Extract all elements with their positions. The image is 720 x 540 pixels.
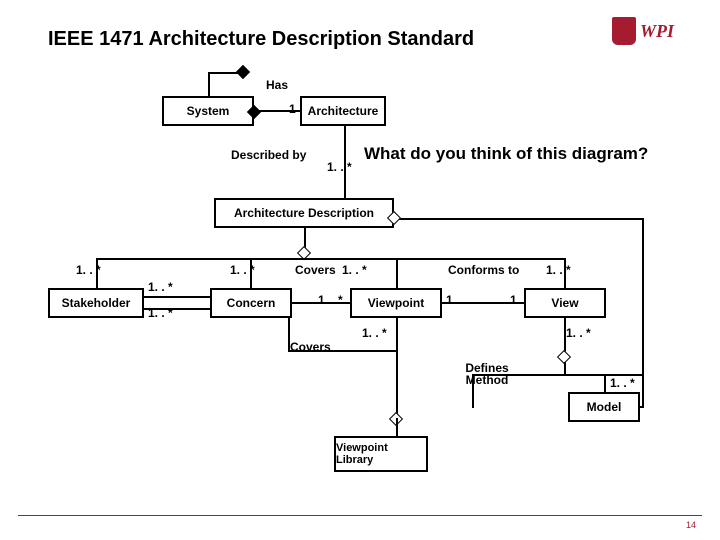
footer-rule [18, 515, 702, 516]
mult-vp-left: 1. . * [318, 293, 343, 307]
box-view: View [524, 288, 606, 318]
box-arch-description: Architecture Description [214, 198, 394, 228]
mult-vp-down: 1. . * [362, 326, 387, 340]
mult-arch-1: 1 [289, 102, 296, 116]
line-ad-bus [96, 258, 566, 260]
wpi-logo: WPI [612, 14, 702, 48]
page-title: IEEE 1471 Architecture Description Stand… [48, 28, 474, 51]
mult-covers-r: 1. . * [342, 263, 367, 277]
box-stakeholder: Stakeholder [48, 288, 144, 318]
box-system: System [162, 96, 254, 126]
line-model-right [640, 406, 644, 408]
mult-view-down: 1. . * [566, 326, 591, 340]
label-has: Has [266, 78, 288, 92]
label-covers2: Covers [290, 340, 331, 354]
mult-sh-bot: 1. . * [148, 306, 173, 320]
logo-text: WPI [640, 21, 674, 42]
label-defines-method: Defines Method [460, 362, 514, 386]
label-described-by: Described by [231, 148, 306, 162]
diamond-has [236, 65, 250, 79]
mult-sh-left: 1. . * [76, 263, 101, 277]
line-model-v [604, 374, 606, 392]
box-model: Model [568, 392, 640, 422]
page-number: 14 [686, 520, 696, 530]
line-sh-concern-t [144, 296, 210, 298]
mult-vp-1: 1 [446, 293, 453, 307]
mult-ad-1star: 1. . * [327, 160, 352, 174]
line-ad-vp [396, 258, 398, 288]
label-covers: Covers [295, 263, 336, 277]
mult-sh-top: 1. . * [148, 280, 173, 294]
line-vp-lib [396, 418, 398, 438]
box-viewpoint: Viewpoint [350, 288, 442, 318]
shield-icon [612, 17, 636, 45]
mult-view-r: 1. . * [546, 263, 571, 277]
label-conforms-to: Conforms to [448, 263, 519, 277]
box-concern: Concern [210, 288, 292, 318]
line-vp-down [396, 318, 398, 418]
mult-concern-top: 1. . * [230, 263, 255, 277]
callout-question: What do you think of this diagram? [364, 144, 648, 164]
box-architecture: Architecture [300, 96, 386, 126]
line-right-top [394, 218, 644, 220]
line-right-v [642, 218, 644, 406]
box-viewpoint-library: Viewpoint Library [334, 436, 428, 472]
line-has-v [208, 72, 210, 96]
mult-view-1: 1 [510, 293, 517, 307]
mult-model-r: 1. . * [610, 376, 635, 390]
